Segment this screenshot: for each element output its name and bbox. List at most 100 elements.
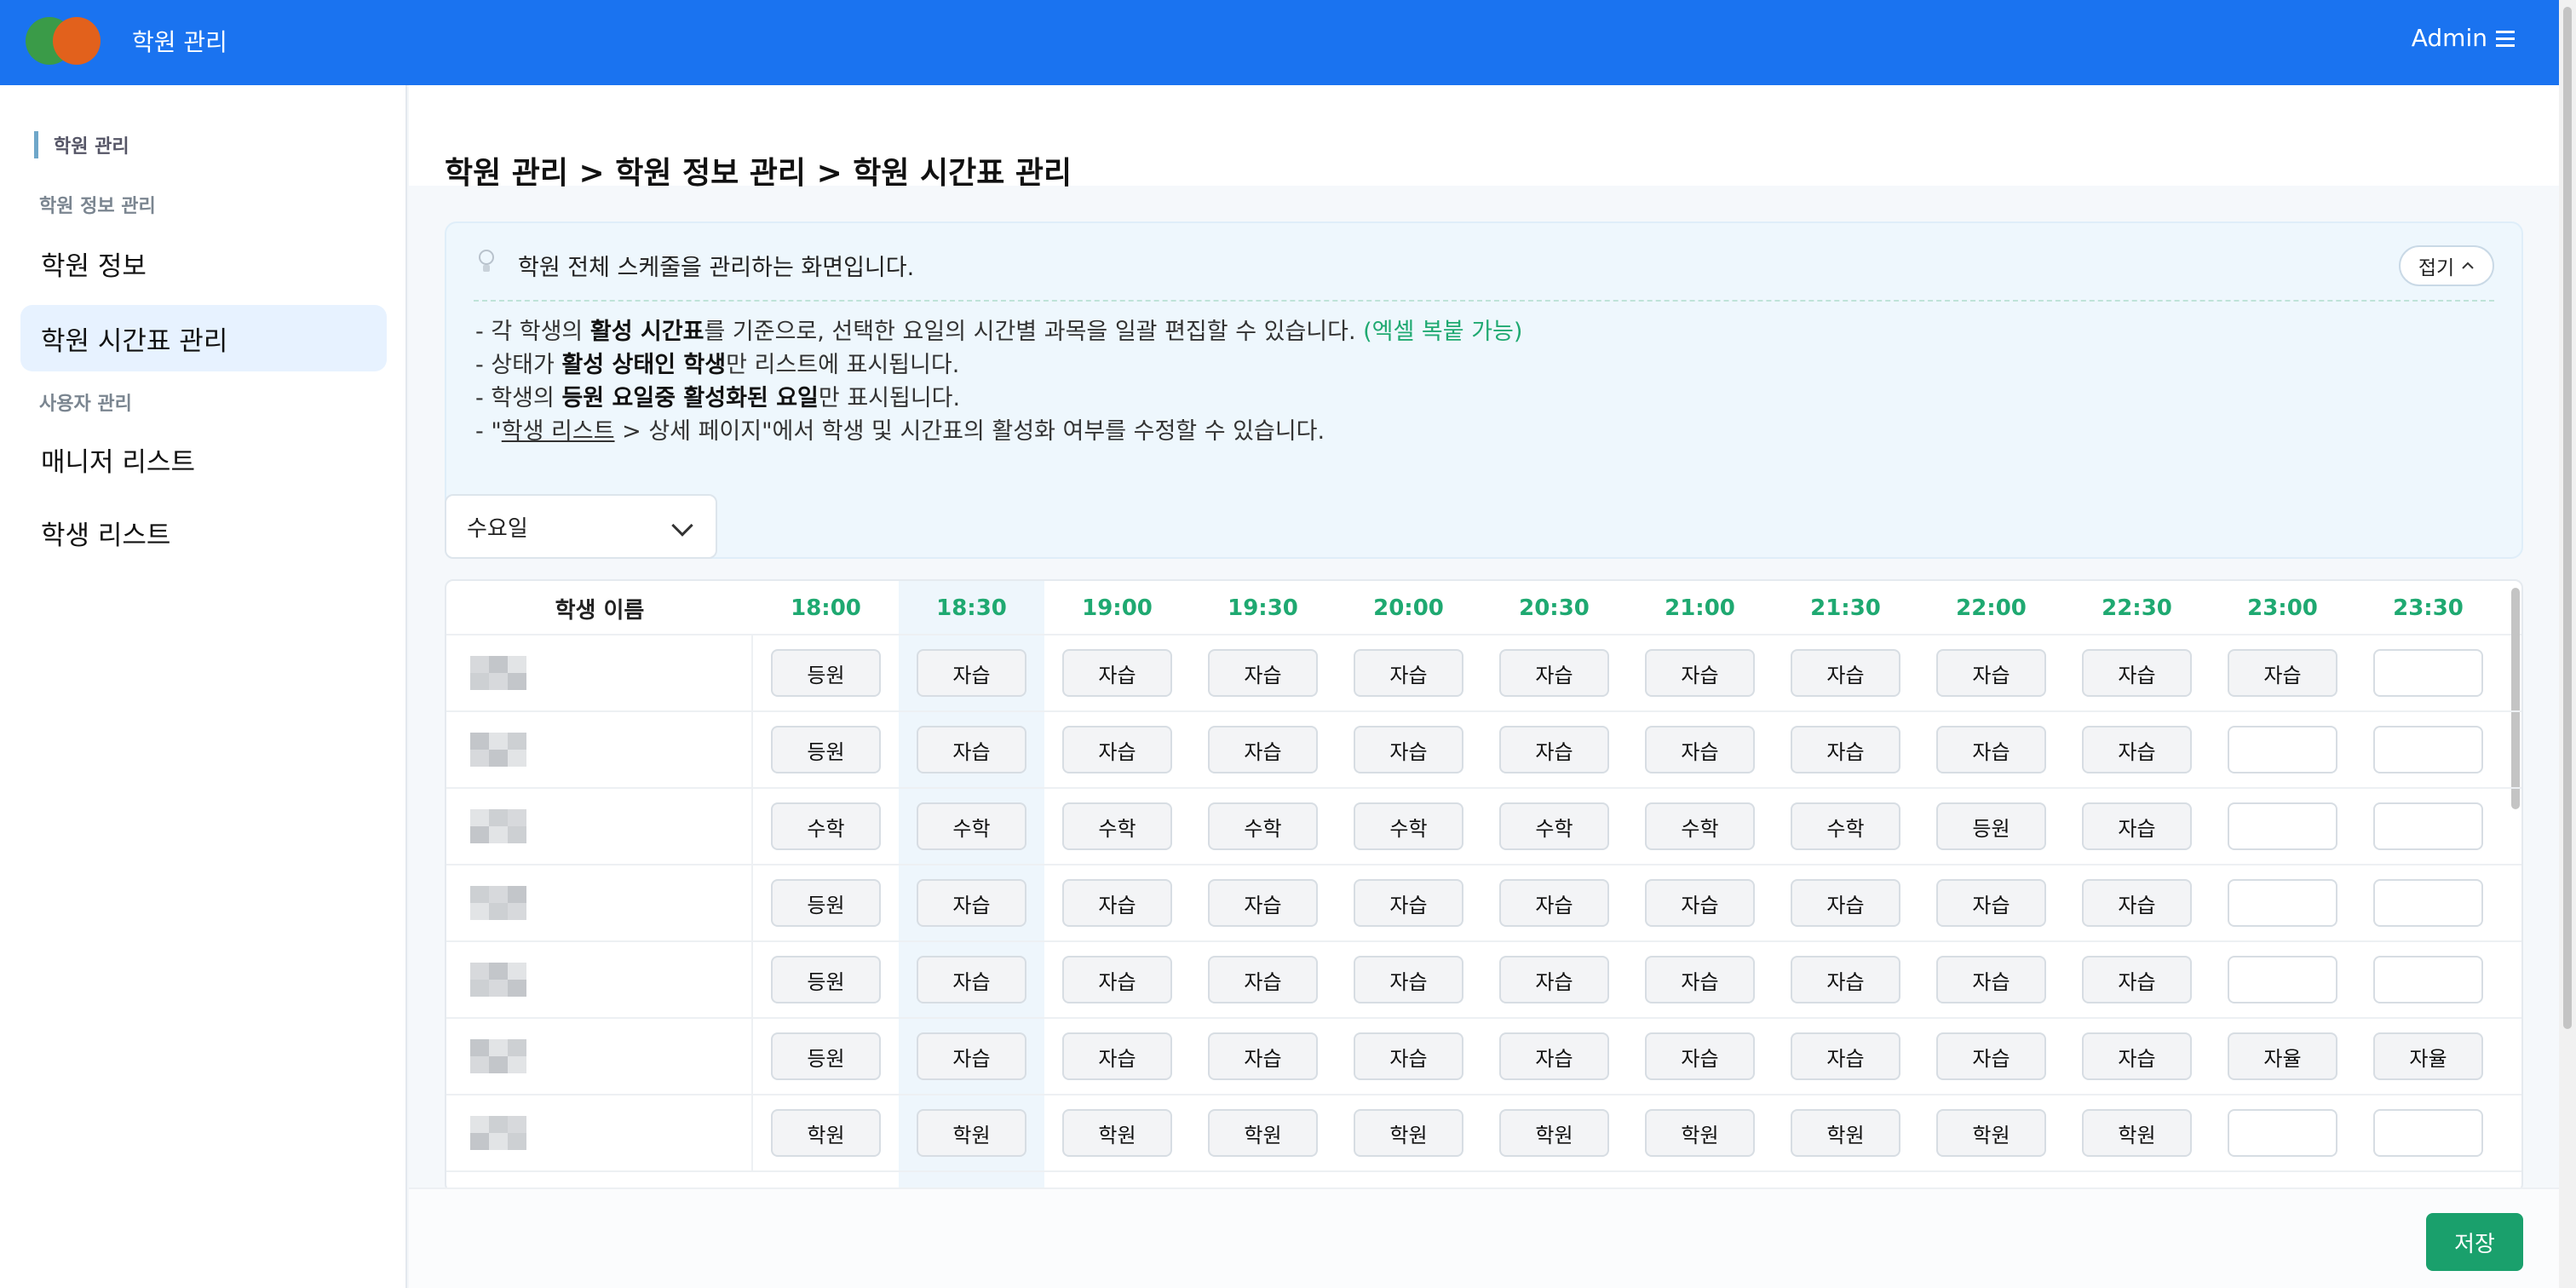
schedule-cell-input[interactable]: 학원 [1499,1109,1609,1157]
schedule-cell-input[interactable] [2373,802,2483,850]
sidebar-item-student-list[interactable]: 학생 리스트 [20,499,387,566]
redacted-name [465,886,526,922]
schedule-cell-input[interactable]: 학원 [771,1109,881,1157]
schedule-cell-input[interactable]: 등원 [771,956,881,1003]
schedule-cell-input[interactable] [2373,726,2483,773]
schedule-cell-input[interactable]: 수학 [1062,802,1172,850]
schedule-cell-input[interactable]: 자습 [1208,649,1318,697]
schedule-cell-input[interactable]: 자습 [1499,649,1609,697]
schedule-cell-input[interactable]: 학원 [2082,1109,2192,1157]
schedule-cell-input[interactable]: 자습 [2082,802,2192,850]
schedule-cell-input[interactable]: 자습 [1062,649,1172,697]
schedule-cell-input[interactable]: 자습 [1208,879,1318,927]
schedule-cell-input[interactable]: 학원 [1354,1109,1463,1157]
schedule-cell-input[interactable]: 자습 [1645,1032,1755,1080]
schedule-cell-input[interactable]: 등원 [771,726,881,773]
schedule-cell-input[interactable]: 자습 [1499,879,1609,927]
schedule-cell-input[interactable]: 자습 [1791,1032,1900,1080]
sidebar-section-users: 사용자 관리 [39,394,132,415]
schedule-cell-input[interactable]: 자습 [917,1032,1026,1080]
schedule-cell-input[interactable]: 수학 [1645,802,1755,850]
schedule-cell-input[interactable]: 자습 [1791,956,1900,1003]
schedule-cell-input[interactable]: 자습 [2228,649,2337,697]
schedule-cell-input[interactable]: 자습 [1354,1032,1463,1080]
schedule-cell-input[interactable] [2228,879,2337,927]
schedule-cell-input[interactable]: 자습 [1936,726,2046,773]
schedule-cell-input[interactable]: 학원 [1936,1109,2046,1157]
schedule-cell-input[interactable]: 자습 [1936,649,2046,697]
schedule-cell-input[interactable]: 자습 [1645,726,1755,773]
schedule-cell-input[interactable]: 학원 [1062,1109,1172,1157]
sidebar-item-academy-info[interactable]: 학원 정보 [20,230,387,296]
schedule-cell-input[interactable]: 자습 [1062,879,1172,927]
schedule-cell-input[interactable]: 학원 [1208,1109,1318,1157]
schedule-cell-input[interactable]: 자습 [1062,726,1172,773]
schedule-cell-input[interactable]: 자습 [917,879,1026,927]
schedule-cell-input[interactable]: 학원 [917,1109,1026,1157]
schedule-cell-input[interactable] [2228,956,2337,1003]
schedule-cell-input[interactable]: 수학 [1791,802,1900,850]
menu-icon[interactable] [2496,31,2515,48]
schedule-cell-input[interactable]: 자습 [2082,1032,2192,1080]
collapse-button[interactable]: 접기 [2399,245,2494,286]
schedule-cell-input[interactable] [2373,879,2483,927]
sidebar-item-manager-list[interactable]: 매니저 리스트 [20,426,387,492]
schedule-cell-input[interactable]: 자습 [917,956,1026,1003]
schedule-cell-input[interactable]: 자습 [1499,956,1609,1003]
schedule-cell-input[interactable]: 자습 [1354,879,1463,927]
schedule-cell-input[interactable]: 자습 [1791,726,1900,773]
schedule-cell-input[interactable]: 등원 [771,649,881,697]
schedule-cell-input[interactable]: 등원 [1936,802,2046,850]
schedule-cell-input[interactable] [2228,802,2337,850]
schedule-cell-input[interactable]: 수학 [1208,802,1318,850]
schedule-cell-input[interactable]: 자습 [1936,956,2046,1003]
schedule-cell-input[interactable]: 자습 [2082,879,2192,927]
schedule-cell-input[interactable]: 자습 [1208,726,1318,773]
schedule-cell-input[interactable] [2373,956,2483,1003]
schedule-cell-input[interactable]: 자습 [2082,956,2192,1003]
schedule-cell-input[interactable]: 등원 [771,1032,881,1080]
schedule-cell-input[interactable]: 수학 [917,802,1026,850]
schedule-cell-input[interactable]: 자습 [1791,649,1900,697]
save-button[interactable]: 저장 [2426,1213,2523,1271]
user-name[interactable]: Admin [2412,24,2487,52]
schedule-cell-input[interactable]: 수학 [1499,802,1609,850]
schedule-cell-input[interactable]: 자습 [1791,879,1900,927]
schedule-cell-input[interactable] [2228,1109,2337,1157]
schedule-cell-input[interactable]: 자습 [2082,649,2192,697]
day-select[interactable]: 수요일 [445,494,717,559]
schedule-cell-input[interactable] [2373,1109,2483,1157]
schedule-cell-input[interactable] [2373,649,2483,697]
schedule-cell-input[interactable]: 수학 [771,802,881,850]
schedule-cell-input[interactable]: 학원 [1645,1109,1755,1157]
schedule-cell-input[interactable]: 자습 [1208,1032,1318,1080]
schedule-cell-input[interactable]: 자습 [1936,879,2046,927]
schedule-cell-input[interactable]: 자습 [1208,956,1318,1003]
schedule-cell-input[interactable]: 자습 [1645,956,1755,1003]
app-title[interactable]: 학원 관리 [132,24,227,58]
schedule-cell-input[interactable]: 자습 [917,726,1026,773]
schedule-cell-input[interactable]: 자습 [1062,956,1172,1003]
schedule-cell-input[interactable]: 학원 [1791,1109,1900,1157]
schedule-cell-input[interactable] [2228,726,2337,773]
schedule-cell-input[interactable]: 자율 [2228,1032,2337,1080]
student-list-link[interactable]: 학생 리스트 [502,418,615,445]
schedule-cell-input[interactable]: 자습 [1499,726,1609,773]
header-time: 20:00 [1373,595,1444,621]
schedule-cell-input[interactable]: 자습 [1062,1032,1172,1080]
app-logo[interactable] [26,17,102,65]
schedule-cell-input[interactable]: 자습 [1354,726,1463,773]
schedule-cell-input[interactable]: 자습 [1645,879,1755,927]
schedule-cell-input[interactable]: 자습 [1354,956,1463,1003]
schedule-cell-input[interactable]: 자습 [1499,1032,1609,1080]
schedule-cell-input[interactable]: 등원 [771,879,881,927]
schedule-cell-input[interactable]: 자율 [2373,1032,2483,1080]
schedule-cell-input[interactable]: 자습 [1936,1032,2046,1080]
page-scrollbar[interactable] [2559,0,2576,1288]
schedule-cell-input[interactable]: 수학 [1354,802,1463,850]
schedule-cell-input[interactable]: 자습 [2082,726,2192,773]
sidebar-item-academy-timetable[interactable]: 학원 시간표 관리 [20,305,387,371]
schedule-cell-input[interactable]: 자습 [1645,649,1755,697]
schedule-cell-input[interactable]: 자습 [1354,649,1463,697]
schedule-cell-input[interactable]: 자습 [917,649,1026,697]
